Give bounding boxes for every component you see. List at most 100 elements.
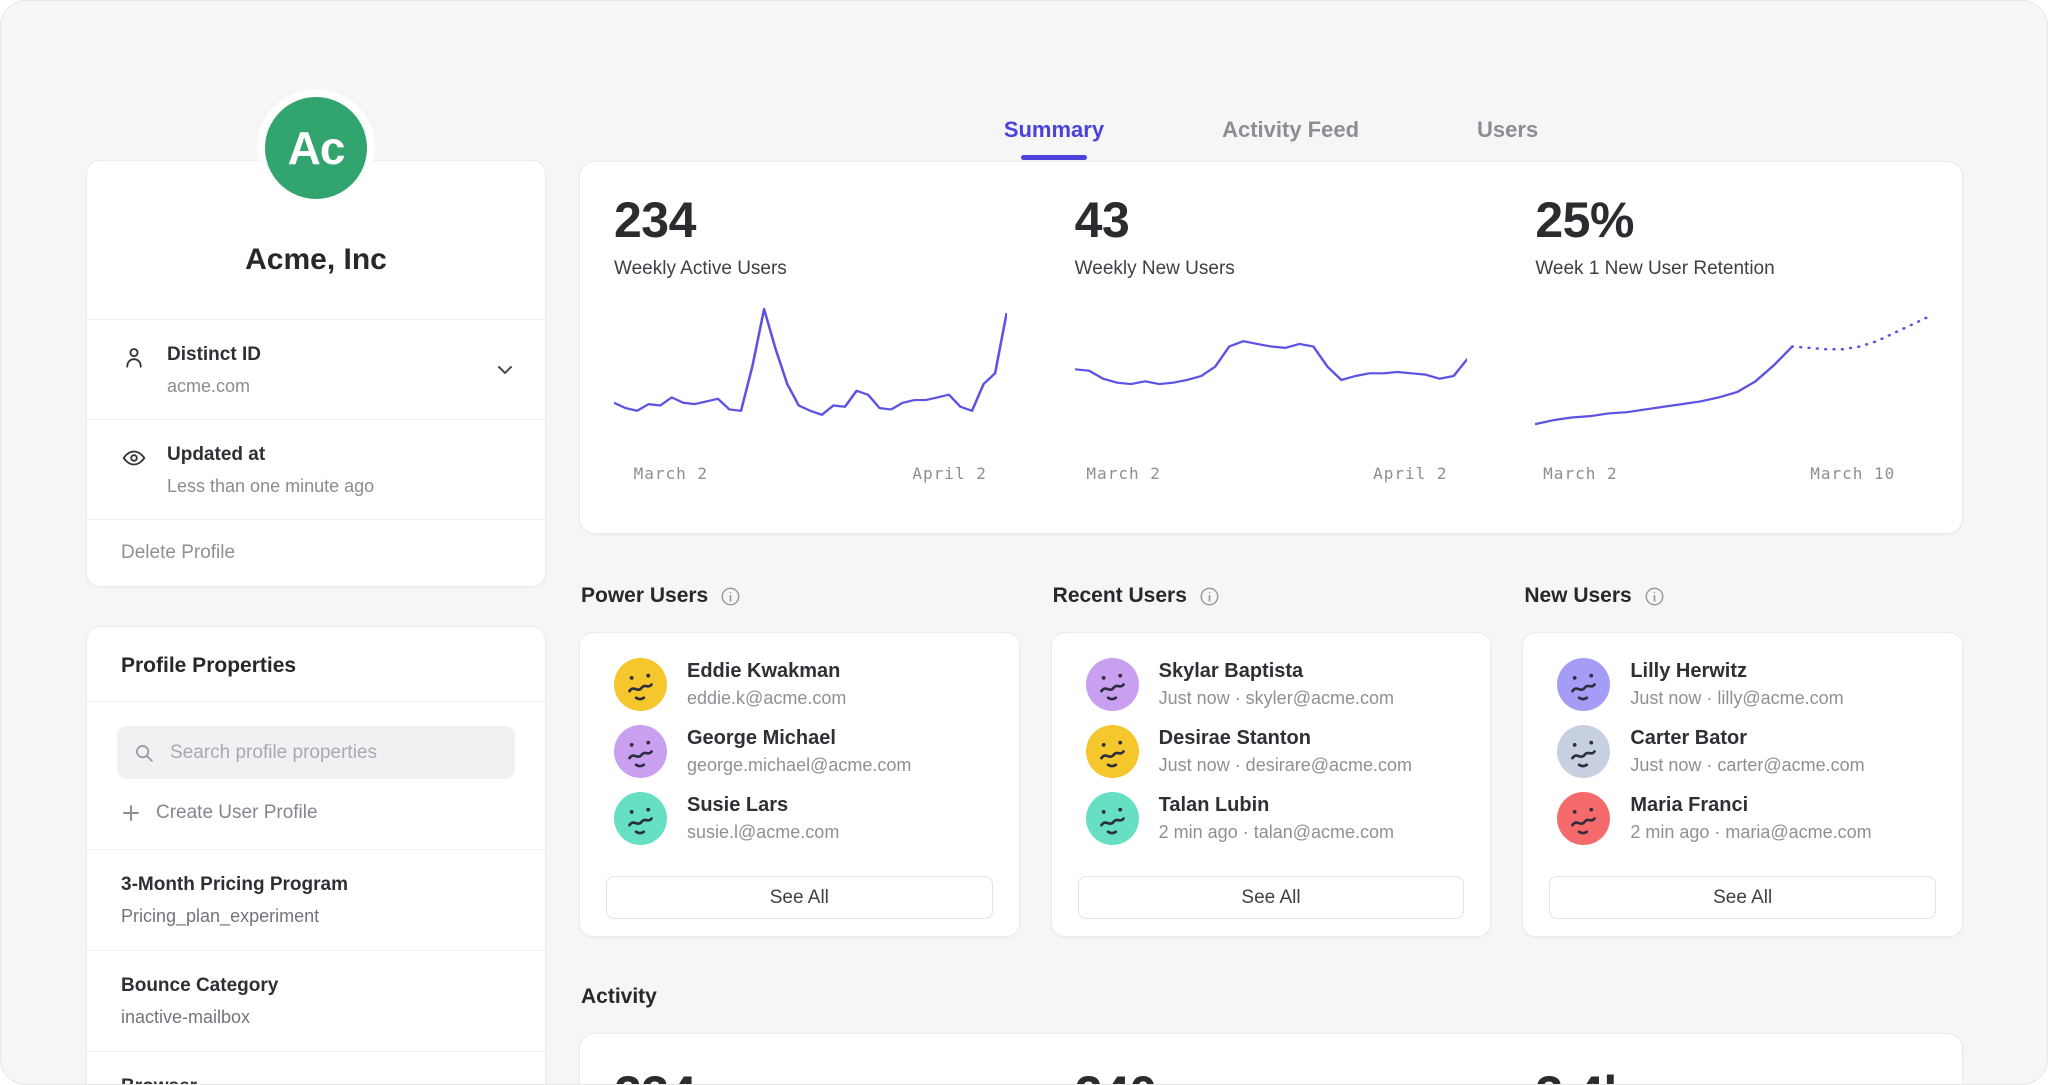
active-tab-underline (1021, 155, 1087, 160)
company-avatar-initials: Ac (257, 89, 375, 207)
property-row[interactable]: 3-Month Pricing Program Pricing_plan_exp… (87, 850, 545, 950)
activity-title: Activity (579, 984, 1963, 1010)
property-name: Browser (121, 1076, 511, 1085)
property-name: 3-Month Pricing Program (121, 874, 511, 896)
updated-at-value: Less than one minute ago (167, 476, 374, 497)
user-row[interactable]: Eddie Kwakman eddie.k@acme.com (580, 651, 1019, 718)
property-name: Bounce Category (121, 975, 511, 997)
info-icon[interactable] (1644, 586, 1665, 607)
user-name: Talan Lubin (1159, 794, 1394, 817)
avatar-face-icon (1086, 658, 1139, 711)
user-name: Lilly Herwitz (1630, 660, 1843, 683)
updated-at-label: Updated at (167, 444, 374, 466)
distinct-id-row: Distinct ID acme.com (87, 320, 545, 419)
avatar-face-icon (614, 658, 667, 711)
x-axis-labels: March 2 April 2 (614, 464, 1007, 486)
x-tick: April 2 (912, 464, 986, 483)
avatar-face-icon (1557, 658, 1610, 711)
user-row[interactable]: Carter Bator Just now · carter@acme.com (1523, 718, 1962, 785)
section-title: Recent Users (1053, 583, 1187, 609)
see-all-button[interactable]: See All (606, 876, 993, 919)
power-users-card: Eddie Kwakman eddie.k@acme.com George Mi… (579, 632, 1020, 937)
recent-users-card: Skylar Baptista Just now · skyler@acme.c… (1051, 632, 1492, 937)
user-name: Susie Lars (687, 794, 839, 817)
tab-activity-feed[interactable]: Activity Feed (1222, 119, 1359, 141)
search-icon (133, 742, 155, 764)
section-title: New Users (1524, 583, 1631, 609)
profile-properties-title: Profile Properties (87, 627, 545, 701)
user-last-seen-email: 2 min ago · talan@acme.com (1159, 822, 1394, 843)
user-avatar (1557, 658, 1610, 711)
weekly-new-users-sparkline (1075, 304, 1468, 448)
metric-label: Week 1 New User Retention (1535, 258, 1928, 280)
profile-card: Acme, Inc Distinct ID acme.com (86, 160, 546, 587)
summary-metrics-card: 234 Weekly Active Users March 2 April 2 … (579, 161, 1963, 534)
profile-properties-search (117, 726, 515, 779)
distinct-id-label: Distinct ID (167, 344, 261, 366)
user-last-seen-email: Just now · desirare@acme.com (1159, 755, 1412, 776)
user-email: eddie.k@acme.com (687, 688, 846, 709)
user-row[interactable]: Susie Lars susie.l@acme.com (580, 785, 1019, 852)
new-users-card: Lilly Herwitz Just now · lilly@acme.com … (1522, 632, 1963, 937)
info-icon[interactable] (720, 586, 741, 607)
metric-value: 234 (614, 192, 1007, 250)
user-row[interactable]: Talan Lubin 2 min ago · talan@acme.com (1052, 785, 1491, 852)
tab-users[interactable]: Users (1477, 119, 1538, 141)
main-content: Summary Activity Feed Users 234 Weekly A… (579, 1, 1963, 1085)
metric-value: 43 (1075, 192, 1468, 250)
user-row[interactable]: Maria Franci 2 min ago · maria@acme.com (1523, 785, 1962, 852)
user-sections: Power Users Eddie Kwakman (579, 583, 1963, 937)
tab-bar: Summary Activity Feed Users (579, 119, 1963, 160)
avatar-face-icon (1557, 792, 1610, 845)
see-all-button[interactable]: See All (1549, 876, 1936, 919)
create-user-profile-label: Create User Profile (156, 802, 318, 824)
x-axis-labels: March 2 March 10 (1535, 464, 1928, 486)
user-row[interactable]: Skylar Baptista Just now · skyler@acme.c… (1052, 651, 1491, 718)
company-avatar: Ac (257, 89, 375, 207)
delete-profile-button[interactable]: Delete Profile (87, 520, 545, 586)
tab-summary[interactable]: Summary (1004, 119, 1104, 160)
user-avatar (614, 792, 667, 845)
week1-retention-sparkline (1535, 304, 1928, 448)
user-name: Eddie Kwakman (687, 660, 846, 683)
metric-week1-retention: 25% Week 1 New User Retention March 2 Ma… (1501, 162, 1962, 533)
user-avatar (1086, 792, 1139, 845)
avatar-face-icon (1086, 792, 1139, 845)
section-new-users: New Users Lilly Herwitz (1522, 583, 1963, 937)
user-last-seen-email: Just now · lilly@acme.com (1630, 688, 1843, 709)
metric-weekly-new-users: 43 Weekly New Users March 2 April 2 (1041, 162, 1502, 533)
property-value: Pricing_plan_experiment (121, 906, 511, 927)
user-name: Carter Bator (1630, 727, 1864, 750)
search-input[interactable] (168, 741, 499, 765)
user-row[interactable]: Desirae Stanton Just now · desirare@acme… (1052, 718, 1491, 785)
updated-at-row: Updated at Less than one minute ago (87, 420, 545, 519)
company-name: Acme, Inc (107, 243, 525, 277)
info-icon[interactable] (1199, 586, 1220, 607)
metric-label: Weekly Active Users (614, 258, 1007, 280)
sidebar: Ac Acme, Inc Distinct ID acme.com (86, 1, 546, 1085)
profile-properties-card: Profile Properties Create User Profile 3… (86, 626, 546, 1085)
user-row[interactable]: George Michael george.michael@acme.com (580, 718, 1019, 785)
user-email: george.michael@acme.com (687, 755, 911, 776)
section-title: Power Users (581, 583, 708, 609)
user-last-seen-email: 2 min ago · maria@acme.com (1630, 822, 1871, 843)
x-tick: March 2 (634, 464, 708, 483)
tab-activity-feed-label: Activity Feed (1222, 117, 1359, 142)
create-user-profile-button[interactable]: Create User Profile (121, 802, 511, 824)
user-avatar (1086, 658, 1139, 711)
user-name: George Michael (687, 727, 911, 750)
avatar-face-icon (1086, 725, 1139, 778)
property-row[interactable]: Browser Chrome (87, 1052, 545, 1085)
property-row[interactable]: Bounce Category inactive-mailbox (87, 951, 545, 1051)
x-tick: March 10 (1810, 464, 1895, 483)
activity-metric-value: 234 (614, 1066, 1007, 1085)
activity-card: 234 240 3.4k (579, 1033, 1963, 1085)
user-avatar (614, 658, 667, 711)
chevron-down-icon[interactable] (493, 358, 517, 382)
see-all-button[interactable]: See All (1078, 876, 1465, 919)
user-row[interactable]: Lilly Herwitz Just now · lilly@acme.com (1523, 651, 1962, 718)
activity-section: Activity 234 240 3.4k (579, 984, 1963, 1085)
weekly-active-users-sparkline (614, 304, 1007, 448)
avatar-face-icon (1557, 725, 1610, 778)
plus-icon (121, 803, 141, 823)
